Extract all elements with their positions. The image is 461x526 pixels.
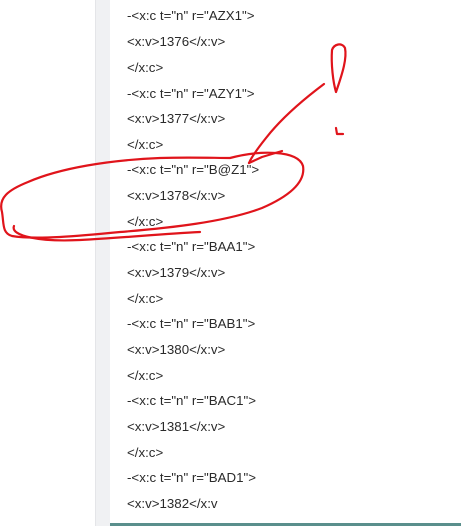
xml-line[interactable]: -<x:c t="n" r="BAC1"> [127, 391, 256, 411]
xml-line: <x:v>1379</x:v> [127, 265, 226, 280]
xml-line: <x:v>1381</x:v> [127, 419, 226, 434]
xml-line: <x:v>1376</x:v> [127, 34, 226, 49]
xml-line: </x:c> [127, 445, 164, 460]
xml-line: </x:c> [127, 137, 164, 152]
xml-line[interactable]: -<x:c t="n" r="B@Z1"> [127, 160, 259, 180]
xml-line: </x:c> [127, 291, 164, 306]
xml-document-page: -<x:c t="n" r="AZX1"> <x:v>1376</x:v> </… [0, 0, 461, 526]
xml-viewer: -<x:c t="n" r="AZX1"> <x:v>1376</x:v> </… [110, 0, 461, 526]
xml-line: <x:v>1380</x:v> [127, 342, 226, 357]
xml-line[interactable]: -<x:c t="n" r="BAB1"> [127, 314, 255, 334]
xml-line: </x:c> [127, 60, 164, 75]
xml-line[interactable]: -<x:c t="n" r="AZY1"> [127, 84, 255, 104]
xml-line: <x:v>1378</x:v> [127, 188, 226, 203]
xml-line: </x:c> [127, 214, 164, 229]
xml-line[interactable]: -<x:c t="n" r="AZX1"> [127, 6, 255, 26]
xml-line[interactable]: -<x:c t="n" r="BAA1"> [127, 237, 255, 257]
xml-line: <x:v>1382</x:v [127, 496, 218, 511]
xml-line: </x:c> [127, 368, 164, 383]
left-margin [0, 0, 95, 526]
line-gutter [95, 0, 110, 526]
xml-line: <x:v>1377</x:v> [127, 111, 226, 126]
xml-line[interactable]: -<x:c t="n" r="BAD1"> [127, 468, 256, 488]
